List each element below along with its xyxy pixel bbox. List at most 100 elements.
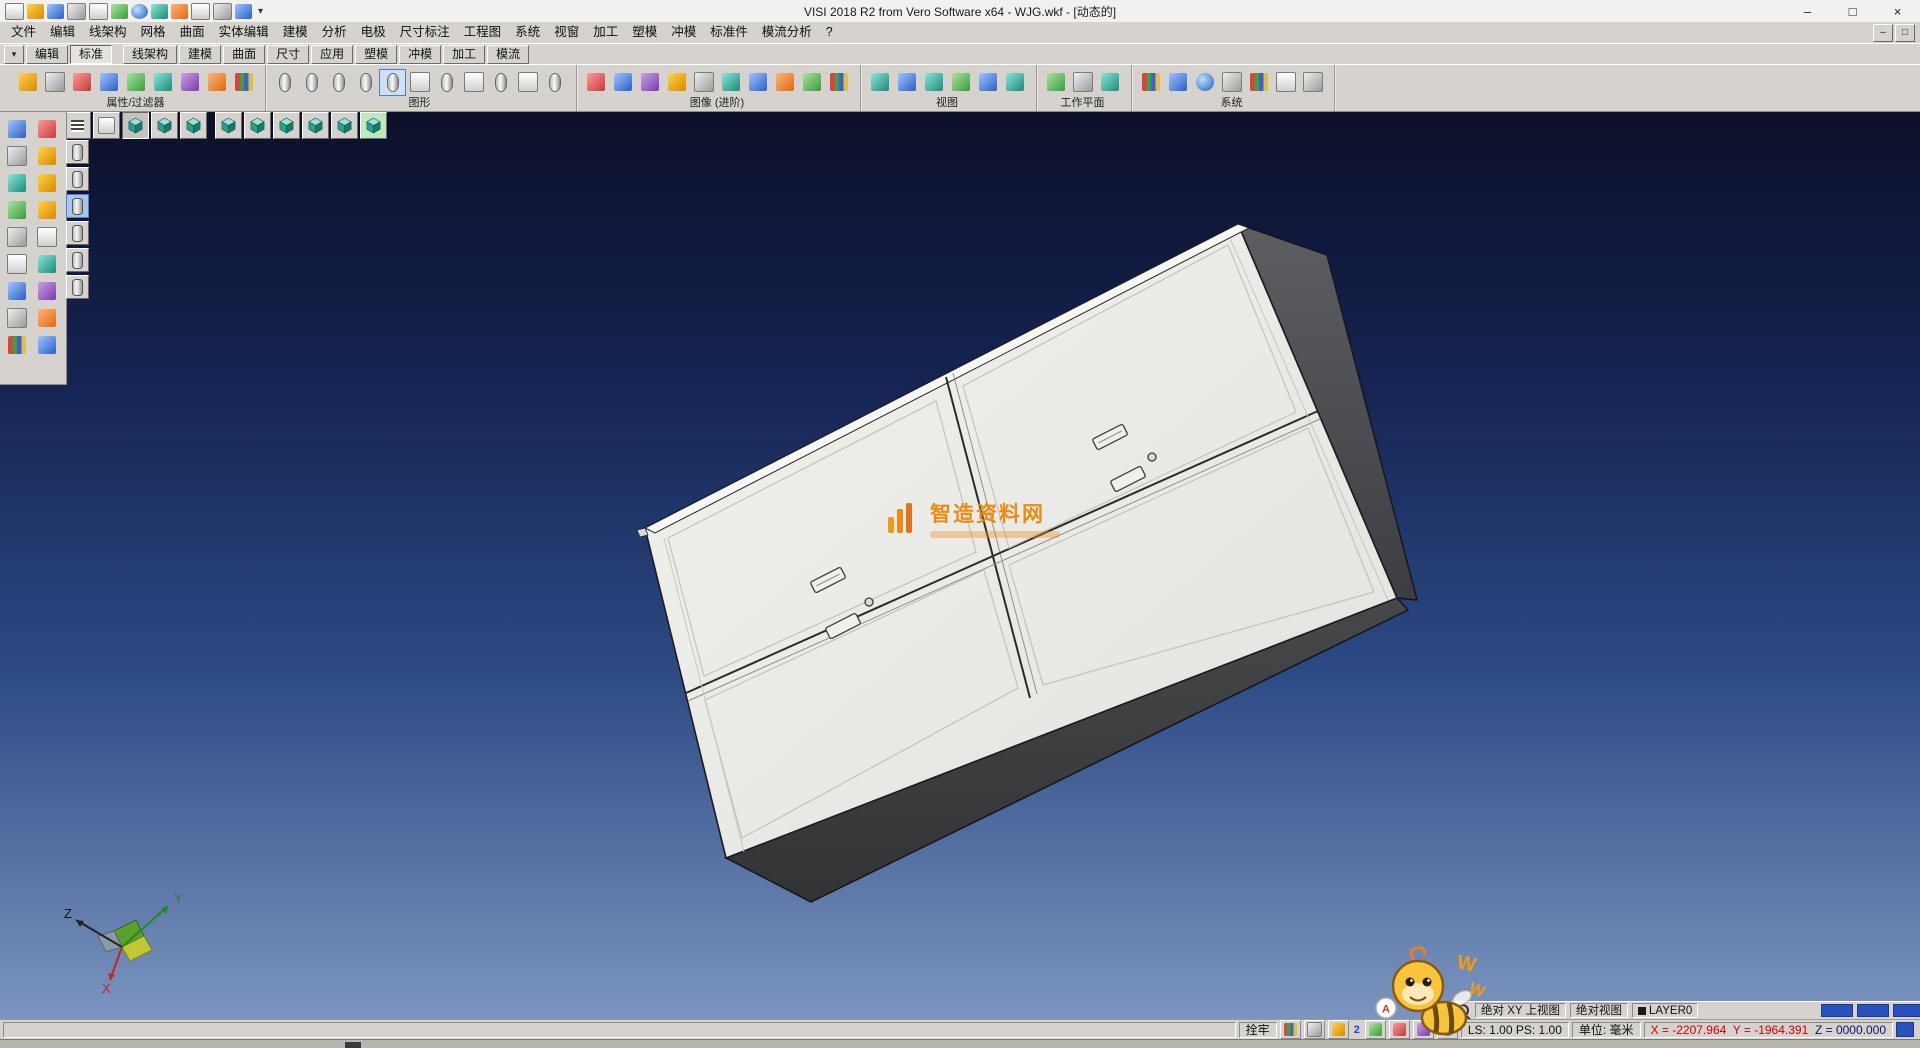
menu-system[interactable]: 系统 — [508, 22, 547, 43]
history-icon[interactable] — [4, 305, 29, 330]
color-filter-icon[interactable] — [69, 70, 94, 95]
material-icon[interactable] — [610, 70, 635, 95]
menu-flow-analysis[interactable]: 模流分析 — [755, 22, 819, 43]
viewport-3d[interactable]: 智造资料网 — [0, 110, 1920, 1019]
view-preset-button-4[interactable] — [66, 221, 89, 245]
background-icon[interactable] — [718, 70, 743, 95]
workplane-create-icon[interactable] — [1043, 70, 1068, 95]
palette-icon[interactable] — [4, 332, 29, 357]
draw-icon[interactable] — [34, 197, 59, 222]
web-icon[interactable] — [1192, 70, 1217, 95]
view-preset-button-1[interactable] — [66, 140, 89, 164]
iso-view-icon-1[interactable] — [151, 112, 178, 139]
menu-standard-parts[interactable]: 标准件 — [703, 22, 755, 43]
menu-machining[interactable]: 加工 — [586, 22, 625, 43]
iso-view-icon-7[interactable] — [331, 112, 358, 139]
snap-settings-icon[interactable] — [1280, 1020, 1301, 1039]
absolute-view-indicator[interactable]: 绝对视图 — [1570, 1003, 1628, 1018]
layer-filter-icon[interactable] — [96, 70, 121, 95]
modify-attributes-icon[interactable] — [15, 70, 40, 95]
transparency-icon[interactable] — [461, 70, 486, 95]
rotate-element-icon[interactable] — [4, 197, 29, 222]
toolbar-options-icon[interactable]: ▾ — [255, 6, 266, 17]
color-table-icon[interactable] — [1138, 70, 1163, 95]
iso-view-icon-4[interactable] — [244, 112, 271, 139]
zoom-window-icon[interactable] — [894, 70, 919, 95]
animation-icon[interactable] — [772, 70, 797, 95]
tab-mold[interactable]: 塑模 — [355, 45, 397, 64]
maximize-button[interactable]: □ — [1830, 0, 1875, 22]
tab-modeling[interactable]: 建模 — [179, 45, 221, 64]
menu-surface[interactable]: 曲面 — [173, 22, 212, 43]
iso-view-icon-6[interactable] — [302, 112, 329, 139]
menu-drafting[interactable]: 工程图 — [457, 22, 509, 43]
export-icon[interactable] — [34, 332, 59, 357]
show-all-icon[interactable] — [380, 70, 405, 95]
hide-element-icon[interactable] — [407, 70, 432, 95]
regenerate-icon[interactable] — [542, 70, 567, 95]
document-stack-icon[interactable] — [89, 3, 108, 20]
edit-point-icon[interactable] — [34, 143, 59, 168]
capture-icon[interactable] — [826, 70, 851, 95]
tab-die[interactable]: 冲模 — [399, 45, 441, 64]
tab-application[interactable]: 应用 — [311, 45, 353, 64]
zoom-fit-icon[interactable] — [867, 70, 892, 95]
menu-mold[interactable]: 塑模 — [625, 22, 664, 43]
tab-machining[interactable]: 加工 — [443, 45, 485, 64]
curve-edit-icon[interactable] — [4, 170, 29, 195]
pan-icon[interactable] — [921, 70, 946, 95]
view-mode-indicator[interactable]: 绝对 XY 上视图 — [1475, 1003, 1566, 1018]
section-view-icon[interactable] — [488, 70, 513, 95]
material-library-icon[interactable] — [1300, 70, 1325, 95]
menu-solid-edit[interactable]: 实体编辑 — [212, 22, 276, 43]
menu-modeling[interactable]: 建模 — [276, 22, 315, 43]
cabinet-3d-model[interactable] — [0, 110, 1920, 1019]
copy-attributes-icon[interactable] — [42, 70, 67, 95]
calculator-icon[interactable] — [1219, 70, 1244, 95]
menu-mesh[interactable]: 网格 — [134, 22, 173, 43]
pencil-icon[interactable] — [34, 170, 59, 195]
blank-view-icon[interactable] — [93, 112, 120, 139]
wireframe-view-icon[interactable] — [299, 70, 324, 95]
shaded-iso-view-icon[interactable] — [360, 112, 387, 139]
iso-view-icon-3[interactable] — [215, 112, 242, 139]
menu-edit[interactable]: 编辑 — [43, 22, 82, 43]
render-icon[interactable] — [583, 70, 608, 95]
iso-view-icon-5[interactable] — [273, 112, 300, 139]
undo-icon[interactable] — [34, 305, 59, 330]
statistics-icon[interactable] — [1246, 70, 1271, 95]
tab-wireframe[interactable]: 线架构 — [123, 45, 177, 64]
rotate-view-icon[interactable] — [948, 70, 973, 95]
isolate-element-icon[interactable] — [434, 70, 459, 95]
menu-dimension[interactable]: 尺寸标注 — [393, 22, 457, 43]
zoom-icon[interactable] — [4, 116, 29, 141]
reset-filter-icon[interactable] — [231, 70, 256, 95]
tab-list-dropdown[interactable]: ▾ — [4, 45, 24, 64]
tab-edit[interactable]: 编辑 — [26, 45, 68, 64]
light-icon[interactable] — [664, 70, 689, 95]
tab-standard[interactable]: 标准 — [70, 45, 112, 64]
grid-settings-icon[interactable] — [1273, 70, 1298, 95]
close-button[interactable]: × — [1875, 0, 1920, 22]
taskbar-app-item[interactable] — [345, 1042, 361, 1048]
print-icon[interactable] — [67, 3, 86, 20]
previous-view-icon[interactable] — [975, 70, 1000, 95]
save-icon[interactable] — [47, 4, 64, 19]
display-settings-icon[interactable] — [1165, 70, 1190, 95]
print-preview-icon[interactable] — [4, 224, 29, 249]
menu-wireframe[interactable]: 线架构 — [82, 22, 134, 43]
open-file-icon[interactable] — [27, 4, 44, 19]
selection-filter-icon[interactable] — [177, 70, 202, 95]
named-view-icon[interactable] — [1002, 70, 1027, 95]
tab-flow[interactable]: 模流 — [487, 45, 529, 64]
shadow-icon[interactable] — [691, 70, 716, 95]
globe-icon[interactable] — [131, 4, 148, 19]
move-element-icon[interactable] — [4, 143, 29, 168]
camera-capture-icon[interactable] — [1304, 1020, 1325, 1039]
view-preset-button-2[interactable] — [66, 167, 89, 191]
notes-icon[interactable] — [1328, 1020, 1349, 1039]
iso-view-icon-2[interactable] — [180, 112, 207, 139]
view-preset-button-6[interactable] — [66, 275, 89, 299]
menu-analysis[interactable]: 分析 — [315, 22, 354, 43]
solid-cube-icon[interactable] — [34, 251, 59, 276]
